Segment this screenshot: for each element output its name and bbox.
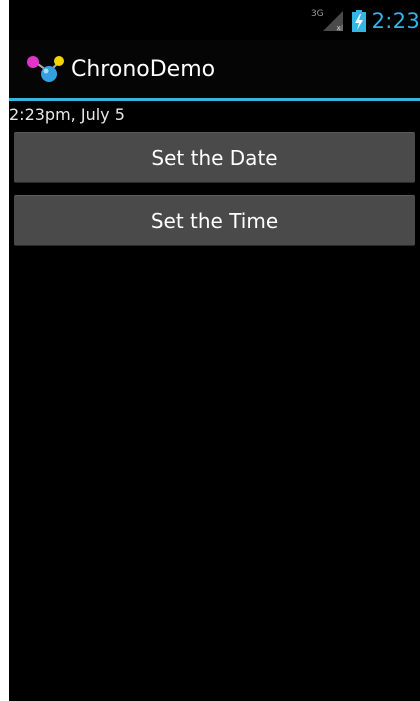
action-bar-divider [9,98,420,101]
status-clock: 2:23 [371,9,420,33]
chrono-app-icon[interactable] [25,54,73,86]
signal-icon: x [322,11,343,32]
app-screen: 3G x 2:23 ChronoDemo 2:23pm, July 5 Set … [9,0,420,701]
status-bar: 3G x 2:23 [9,0,420,40]
set-time-button[interactable]: Set the Time [14,195,415,246]
network-type-label: 3G [310,9,324,19]
battery-charging-icon [351,10,366,32]
svg-text:x: x [336,24,340,32]
action-bar: ChronoDemo [9,40,420,98]
status-indicators: 3G x 2:23 [311,8,420,34]
date-time-label: 2:23pm, July 5 [9,105,125,124]
set-date-button[interactable]: Set the Date [14,132,415,183]
app-title: ChronoDemo [71,57,216,82]
